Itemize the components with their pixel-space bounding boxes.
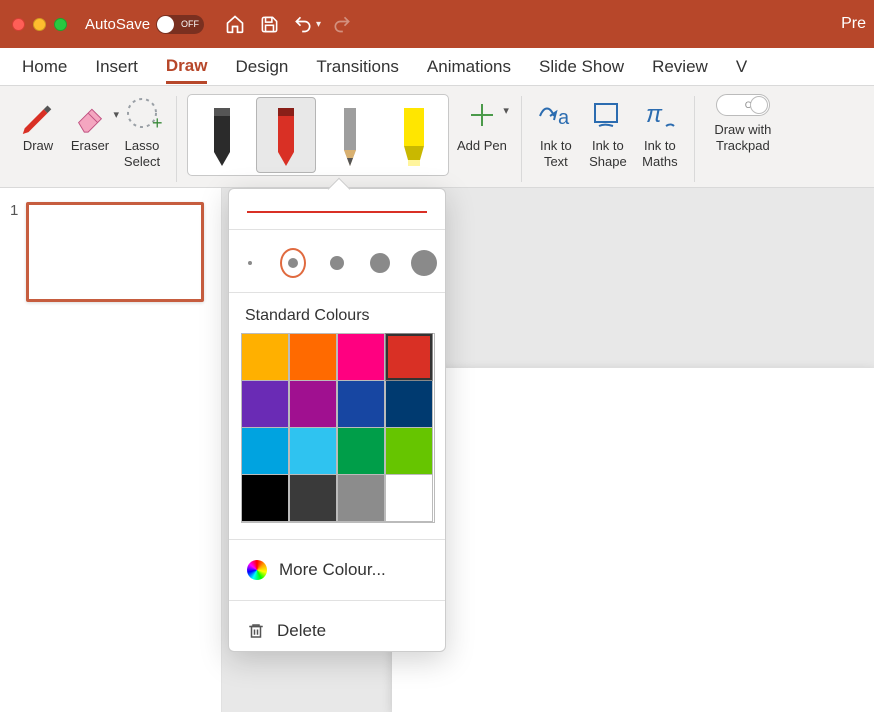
thickness-xl[interactable] [411, 248, 437, 278]
ink-to-text-button[interactable]: a Ink to Text [532, 92, 580, 171]
eraser-button[interactable]: ▾ Eraser [66, 92, 114, 156]
trackpad-toggle[interactable]: OFF [716, 94, 770, 116]
pen-options-popup: Standard Colours More Colour... [228, 188, 446, 652]
tab-insert[interactable]: Insert [95, 51, 138, 83]
svg-text:a: a [558, 107, 570, 129]
draw-tool-button[interactable]: Draw [14, 92, 62, 156]
pen-red[interactable] [256, 97, 316, 173]
colour-swatch-blue[interactable] [337, 380, 385, 428]
tab-home[interactable]: Home [22, 51, 67, 83]
autosave-label: AutoSave [85, 16, 150, 33]
window-controls [12, 18, 67, 31]
colour-wheel-icon [247, 560, 267, 580]
ribbon-separator [176, 96, 177, 182]
add-pen-button[interactable]: ▾ Add Pen [453, 92, 511, 156]
chevron-down-icon: ▾ [113, 108, 119, 121]
tab-slide-show[interactable]: Slide Show [539, 51, 624, 83]
colour-swatch-black[interactable] [241, 474, 289, 522]
colour-swatch-red[interactable] [385, 333, 433, 381]
colour-swatch-orange[interactable] [289, 333, 337, 381]
thickness-xs[interactable] [237, 248, 262, 278]
ink-to-maths-icon: π [642, 94, 678, 136]
stroke-preview [247, 211, 427, 213]
colour-swatch-white[interactable] [385, 474, 433, 522]
thickness-s[interactable] [280, 248, 306, 278]
colour-swatch-lightblue[interactable] [289, 427, 337, 475]
tab-draw[interactable]: Draw [166, 50, 208, 84]
delete-pen-button[interactable]: Delete [229, 611, 445, 651]
ribbon-toolbar: Draw ▾ Eraser + Lasso Select [0, 86, 874, 188]
tab-animations[interactable]: Animations [427, 51, 511, 83]
delete-label: Delete [277, 621, 326, 641]
tab-design[interactable]: Design [235, 51, 288, 83]
colour-swatch-darkgray[interactable] [289, 474, 337, 522]
plus-icon: ▾ [467, 94, 497, 136]
colour-swatch-amber[interactable] [241, 333, 289, 381]
lasso-select-button[interactable]: + Lasso Select [118, 92, 166, 171]
ribbon-separator [521, 96, 522, 182]
colour-swatch-purple[interactable] [289, 380, 337, 428]
lasso-icon: + [122, 94, 162, 136]
more-colours-button[interactable]: More Colour... [229, 550, 445, 590]
autosave-control[interactable]: AutoSave OFF [85, 15, 204, 34]
undo-chevron-icon[interactable]: ▾ [316, 19, 321, 30]
colour-grid [241, 333, 435, 523]
pencil-gray[interactable] [320, 97, 380, 173]
colour-swatch-green[interactable] [337, 427, 385, 475]
colour-swatch-cyan[interactable] [241, 427, 289, 475]
slide-thumb [26, 202, 204, 302]
ink-to-maths-button[interactable]: π Ink to Maths [636, 92, 684, 171]
highlighter-yellow[interactable] [384, 97, 444, 173]
ink-to-shape-icon [589, 94, 627, 136]
colour-swatch-navy[interactable] [385, 380, 433, 428]
colour-swatch-violet[interactable] [241, 380, 289, 428]
home-icon[interactable] [224, 13, 246, 35]
svg-text:π: π [646, 101, 663, 128]
zoom-window-button[interactable] [54, 18, 67, 31]
colour-swatch-lime[interactable] [385, 427, 433, 475]
slide-thumbnail-1[interactable]: 1 [10, 202, 211, 302]
titlebar: AutoSave OFF ▾ Pre [0, 0, 874, 48]
thickness-l[interactable] [368, 248, 393, 278]
trash-icon [247, 622, 265, 640]
thickness-options [229, 229, 445, 293]
ink-to-text-icon: a [536, 94, 576, 136]
standard-colours-label: Standard Colours [245, 307, 433, 325]
draw-with-trackpad-button[interactable]: OFF Draw with Trackpad [705, 92, 781, 155]
undo-icon[interactable] [292, 13, 314, 35]
minimize-window-button[interactable] [33, 18, 46, 31]
close-window-button[interactable] [12, 18, 25, 31]
chevron-down-icon: ▾ [503, 104, 509, 117]
autosave-toggle[interactable]: OFF [156, 15, 204, 34]
tab-transitions[interactable]: Transitions [316, 51, 399, 83]
slide-number: 1 [10, 202, 18, 219]
tab-view-fragment[interactable]: V [736, 51, 747, 83]
slide-canvas[interactable] [392, 368, 874, 712]
ink-to-shape-button[interactable]: Ink to Shape [584, 92, 632, 171]
ribbon-separator [694, 96, 695, 182]
colour-swatch-magenta[interactable] [337, 333, 385, 381]
pen-black[interactable] [192, 97, 252, 173]
more-colours-label: More Colour... [279, 560, 386, 580]
svg-text:+: + [152, 113, 162, 133]
ribbon-tabs: Home Insert Draw Design Transitions Anim… [0, 48, 874, 86]
slides-panel: 1 [0, 188, 222, 712]
draw-pen-icon [19, 94, 57, 136]
pen-gallery [187, 94, 449, 176]
eraser-icon [71, 96, 109, 134]
redo-icon[interactable] [331, 13, 353, 35]
colour-swatch-gray[interactable] [337, 474, 385, 522]
save-icon[interactable] [258, 13, 280, 35]
thickness-m[interactable] [324, 248, 349, 278]
app-title: Pre [841, 15, 866, 33]
tab-review[interactable]: Review [652, 51, 708, 83]
